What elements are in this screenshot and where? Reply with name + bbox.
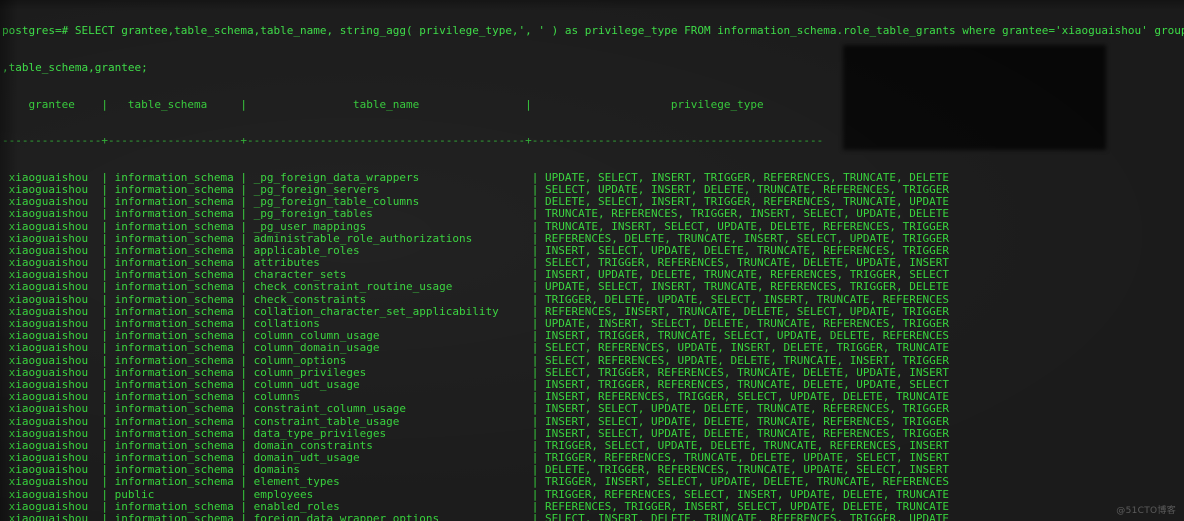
table-row: xiaoguaishou | information_schema | elem… [2,475,950,489]
table-separator-rule: ---------------+--------------------+---… [2,134,824,148]
table-row: xiaoguaishou | information_schema | colu… [2,341,950,355]
terminal-output: postgres=# SELECT grantee,table_schema,t… [0,0,1184,521]
terminal-window[interactable]: postgres=# SELECT grantee,table_schema,t… [0,0,1184,521]
table-row: xiaoguaishou | information_schema | _pg_… [2,219,950,233]
table-row: xiaoguaishou | information_schema | chec… [2,280,950,294]
table-row: xiaoguaishou | information_schema | cons… [2,402,950,416]
watermark: @51CTO博客 [1116,505,1176,516]
table-row: xiaoguaishou | information_schema | _pg_… [2,207,950,221]
table-row: xiaoguaishou | information_schema | cons… [2,414,950,428]
table-rows: xiaoguaishou | information_schema | _pg_… [2,171,1184,521]
table-row: xiaoguaishou | information_schema | fore… [2,512,950,521]
command-line-2: ,table_schema,grantee; [2,61,148,74]
table-column-headers: grantee | table_schema | table_name | pr… [2,97,764,111]
command-line-1: postgres=# SELECT grantee,table_schema,t… [2,24,1184,38]
table-row: xiaoguaishou | information_schema | colu… [2,353,950,367]
